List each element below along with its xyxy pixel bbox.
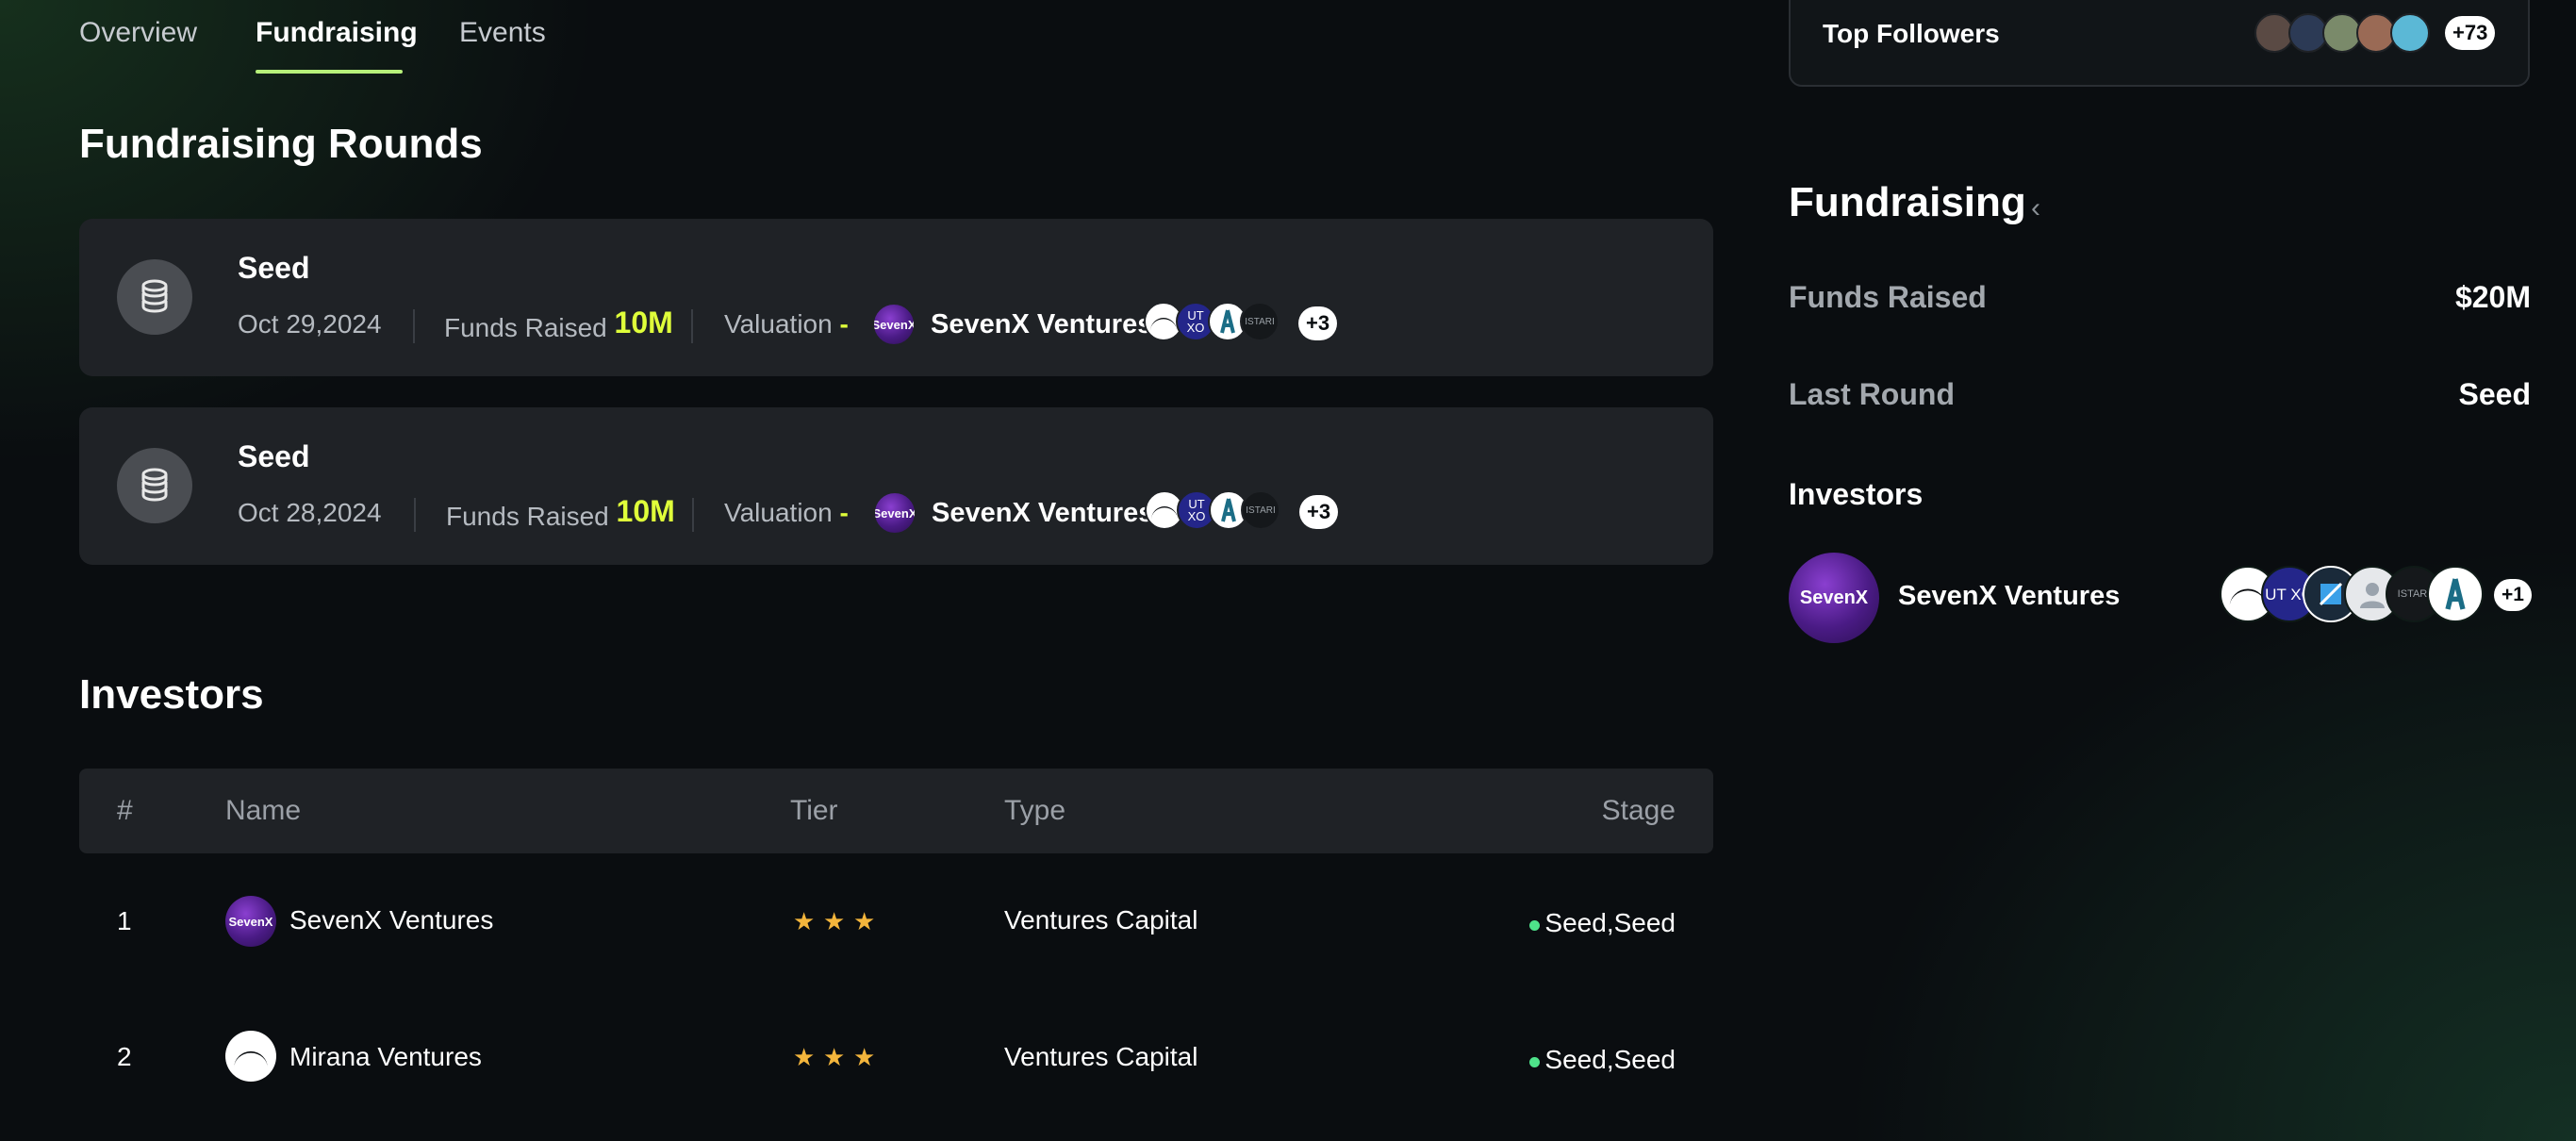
sevenx-logo-icon: SevenX xyxy=(873,491,916,535)
funds-raised-label: Funds Raised xyxy=(446,502,609,531)
istari-logo-icon: ISTARI xyxy=(1241,490,1280,530)
round-card[interactable]: Seed Oct 28,2024 Funds Raised 10M Valuat… xyxy=(79,407,1713,565)
valuation-label: Valuation xyxy=(724,309,833,339)
mirana-logo-icon xyxy=(225,1031,276,1082)
investor-stage: Seed,Seed xyxy=(1544,908,1676,937)
funds-raised-value: 10M xyxy=(614,306,673,339)
coins-icon xyxy=(117,448,192,523)
row-number: 2 xyxy=(117,1042,132,1071)
top-followers-label: Top Followers xyxy=(1823,19,2000,48)
follower-avatar[interactable] xyxy=(2390,13,2430,53)
divider xyxy=(692,498,694,532)
istari-logo-icon: ISTARI xyxy=(1240,302,1280,341)
last-round-label: Last Round xyxy=(1789,377,1955,411)
more-investors-badge[interactable]: +1 xyxy=(2494,579,2532,611)
funds-raised-label: Funds Raised xyxy=(444,313,607,342)
investor-stage: Seed,Seed xyxy=(1544,1045,1676,1074)
row-number: 1 xyxy=(117,906,132,935)
sevenx-logo-icon: SevenX xyxy=(225,896,276,947)
investor-type: Ventures Capital xyxy=(1004,1042,1198,1071)
funds-raised: Funds Raised 10M xyxy=(446,494,675,531)
coins-icon xyxy=(117,259,192,335)
star-icon: ★ xyxy=(823,1043,846,1071)
status-dot xyxy=(1529,920,1540,931)
fundraising-rounds-title: Fundraising Rounds xyxy=(79,121,483,167)
funds-raised-label: Funds Raised xyxy=(1789,280,1987,314)
sevenx-logo-icon: SevenX xyxy=(872,303,916,346)
star-icon: ★ xyxy=(793,907,816,935)
star-icon: ★ xyxy=(853,1043,876,1071)
lead-investor-name[interactable]: SevenX Ventures xyxy=(1898,581,2120,612)
more-followers-badge[interactable]: +73 xyxy=(2445,16,2496,50)
round-card[interactable]: Seed Oct 29,2024 Funds Raised 10M Valuat… xyxy=(79,219,1713,376)
investors-title: Investors xyxy=(79,671,264,718)
round-stage: Seed xyxy=(238,439,310,473)
funds-raised: Funds Raised 10M xyxy=(444,306,673,342)
round-stage: Seed xyxy=(238,251,310,285)
valuation-label: Valuation xyxy=(724,498,833,527)
chevron-left-icon[interactable]: ‹ xyxy=(2031,192,2040,224)
investor-name[interactable]: Mirana Ventures xyxy=(289,1042,482,1072)
arweave-logo-icon xyxy=(2427,566,2484,622)
more-investors-badge[interactable]: +3 xyxy=(1298,306,1338,340)
last-round-value: Seed xyxy=(2458,377,2531,411)
lead-investor-name[interactable]: SevenX Ventures xyxy=(932,498,1153,529)
star-icon: ★ xyxy=(793,1043,816,1071)
table-header: # Name Tier Type Stage xyxy=(79,769,1713,853)
more-investors-badge[interactable]: +3 xyxy=(1299,495,1339,529)
valuation-value: - xyxy=(839,309,849,339)
divider xyxy=(691,309,693,343)
top-followers-card[interactable]: Top Followers +73 xyxy=(1789,0,2530,87)
investors-label: Investors xyxy=(1789,477,1924,511)
valuation: Valuation - xyxy=(724,498,849,528)
round-date: Oct 28,2024 xyxy=(238,498,382,527)
column-header-name[interactable]: Name xyxy=(225,795,301,827)
funds-raised-value: 10M xyxy=(616,494,675,528)
column-header-num: # xyxy=(117,795,133,826)
valuation: Valuation - xyxy=(724,309,849,339)
column-header-type[interactable]: Type xyxy=(1004,795,1065,827)
tab-overview[interactable]: Overview xyxy=(79,17,197,49)
column-header-stage[interactable]: Stage xyxy=(1602,795,1676,827)
tab-fundraising[interactable]: Fundraising xyxy=(256,17,418,49)
star-icon: ★ xyxy=(853,907,876,935)
tab-active-indicator xyxy=(256,70,403,74)
investor-name[interactable]: SevenX Ventures xyxy=(289,905,493,935)
divider xyxy=(413,309,415,343)
fundraising-summary-title: Fundraising xyxy=(1789,179,2026,225)
status-dot xyxy=(1529,1057,1540,1067)
tab-events[interactable]: Events xyxy=(459,17,546,49)
funds-raised-value: $20M xyxy=(2454,280,2531,314)
lead-investor-name[interactable]: SevenX Ventures xyxy=(931,309,1152,340)
round-date: Oct 29,2024 xyxy=(238,309,382,339)
divider xyxy=(414,498,416,532)
investor-type: Ventures Capital xyxy=(1004,905,1198,934)
column-header-tier[interactable]: Tier xyxy=(790,795,838,827)
star-icon: ★ xyxy=(823,907,846,935)
sevenx-logo-icon: SevenX xyxy=(1789,553,1879,643)
valuation-value: - xyxy=(839,498,849,527)
